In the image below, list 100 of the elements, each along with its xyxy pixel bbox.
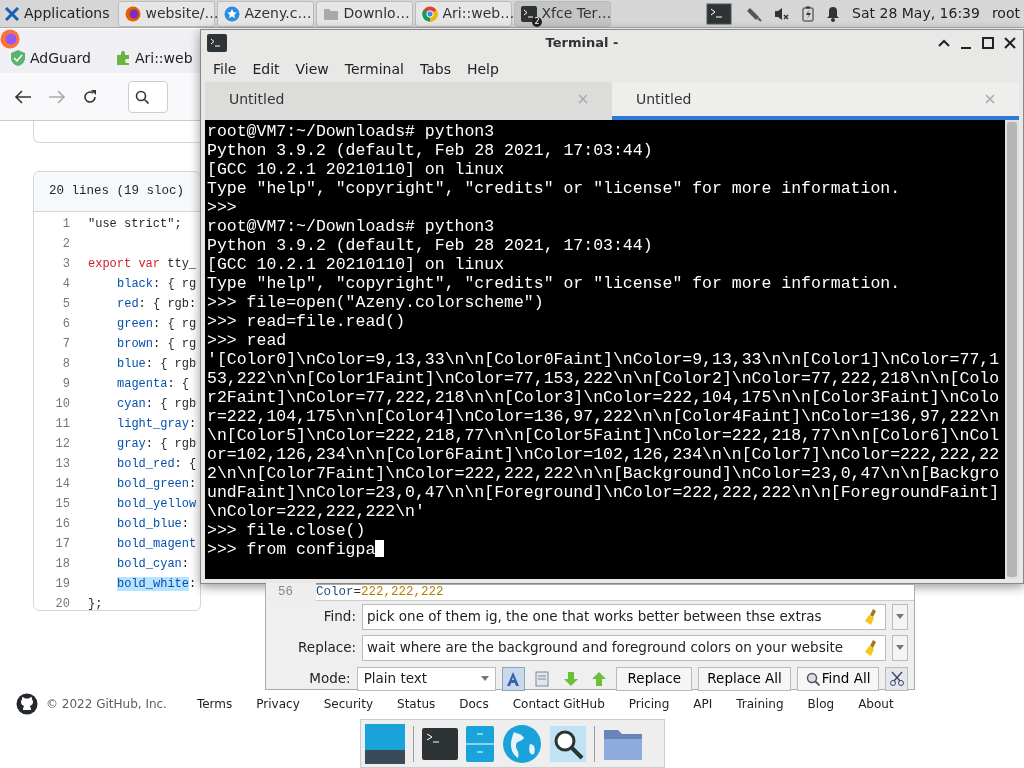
up-arrow-icon (591, 670, 607, 687)
terminal-line: [GCC 10.2.1 20210110] on linux (207, 255, 505, 274)
taskbar-button[interactable]: Downlo… (315, 0, 413, 27)
bell-icon[interactable] (826, 5, 841, 22)
menu-item[interactable]: Tabs (413, 58, 457, 80)
menu-item[interactable]: Terminal (338, 58, 410, 80)
footer-link[interactable]: API (693, 695, 713, 713)
terminal-line: >>> read=file.read() (207, 312, 406, 331)
tools-button[interactable] (885, 666, 909, 691)
footer-link[interactable]: About (858, 695, 894, 713)
maximize-icon[interactable] (981, 36, 995, 50)
replace-field[interactable]: wait where are the background and foreground colors on your website (362, 634, 886, 661)
terminal-line: '[Color0]\nColor=9,13,33\n\n[Color0Faint]\nColor=9,13,33\n\n[Color1]\nColor=77,1 (207, 350, 1000, 369)
back-icon[interactable] (14, 88, 32, 105)
footer-link[interactable]: Pricing (628, 695, 670, 713)
search-field[interactable] (128, 80, 168, 113)
terminal-line: 2\n\n[Color7Faint]\nColor=222,222,222\n\n[Background]\nColor=23,0,47\n\n[Backgro (207, 464, 1000, 483)
menu-item[interactable]: Help (460, 58, 505, 80)
magnifier-icon (805, 671, 820, 686)
line-number: 16 (54, 516, 71, 533)
caret-icon (481, 676, 490, 681)
line-number: 5 (61, 296, 71, 313)
dropdown-button[interactable] (892, 603, 908, 630)
line-number: 6 (61, 316, 71, 333)
terminal-line: r=222,104,175\n\n[Color4]\nColor=136,97,222\n\n[Color4Faint]\nColor=136,97,222\n (207, 407, 1000, 426)
document-icon (535, 670, 549, 687)
footer-link[interactable]: Privacy (256, 695, 300, 713)
action-button[interactable]: Find All (796, 666, 880, 691)
reload-icon[interactable] (82, 88, 98, 105)
footer-link[interactable]: Blog (807, 695, 835, 713)
letter-icon (505, 670, 522, 687)
code-line: blue: { rgb (116, 356, 197, 373)
terminal-icon[interactable] (422, 727, 458, 760)
mode-label: Mode: (308, 669, 351, 689)
shield-icon (10, 49, 26, 67)
match-case-button[interactable] (502, 666, 525, 691)
terminal-line: Type "help", "copyright", "credits" or "license" for more information. (207, 179, 901, 198)
globe-icon[interactable] (502, 723, 542, 764)
taskbar-button[interactable]: website/… (117, 0, 215, 27)
action-button[interactable]: Replace (616, 666, 693, 691)
footer-link[interactable]: Status (397, 695, 436, 713)
find-field[interactable]: pick one of them ig, the one that works better between thse extras (362, 603, 886, 630)
line-number: 12 (54, 436, 71, 453)
code-line: bold_red: { (116, 456, 197, 473)
applications-menu[interactable]: Applications (4, 3, 116, 24)
menu-item[interactable]: View (289, 58, 335, 80)
badge: 2 (532, 16, 542, 27)
magnifier-icon[interactable] (550, 725, 586, 762)
line-number: 8 (61, 356, 71, 373)
close-icon[interactable] (1003, 36, 1017, 50)
line-number: 10 (54, 396, 71, 413)
footer-link[interactable]: Security (323, 695, 373, 713)
user-name[interactable]: root (991, 3, 1020, 24)
find-label: Find: (322, 607, 356, 627)
action-button[interactable]: Replace All (698, 666, 791, 691)
footer-link[interactable]: Training (736, 695, 784, 713)
terminal-icon[interactable] (706, 2, 733, 25)
text-cursor (375, 540, 385, 557)
code-line: green: { rg (116, 316, 197, 333)
terminal-tab[interactable]: Untitled (205, 82, 612, 120)
code-line: red: { rgb: (116, 296, 197, 313)
menu-item[interactable]: Edit (246, 58, 286, 80)
terminal-line: root@VM7:~/Downloads# python3 (207, 122, 495, 141)
battery-icon[interactable] (802, 5, 815, 22)
dropdown-button[interactable] (892, 634, 908, 661)
terminal-line: or=102,126,234\n\n[Color6Faint]\nColor=102,126,234\n\n[Color7]\nColor=222,222,22 (207, 445, 1000, 464)
terminal-line: >>> file.close() (207, 521, 366, 540)
volume-muted-icon[interactable] (774, 5, 791, 22)
globe-icon (124, 5, 141, 22)
bookmark-link[interactable]: Ari::web (114, 47, 193, 69)
code-line: }; (88, 596, 103, 610)
bookmark-link[interactable]: AdGuard (10, 47, 91, 69)
terminal-line: >>> (207, 198, 237, 217)
taskbar-button[interactable]: Azeny.c… (216, 0, 314, 27)
code-line: bold_blue: (116, 516, 189, 533)
terminal-line: Python 3.9.2 (default, Feb 28 2021, 17:03:44) (207, 236, 653, 255)
mode-select[interactable]: Plain text (356, 666, 497, 691)
code-line: black: { rg (116, 276, 197, 293)
footer-link[interactable]: Docs (459, 695, 489, 713)
code-line: Color=222,222,222 (316, 584, 444, 602)
line-number: 19 (54, 576, 71, 593)
clock[interactable]: Sat 28 May, 16:39 (852, 3, 980, 24)
code-line: bold_cyan: (116, 556, 189, 573)
desktop-icon[interactable] (365, 723, 405, 764)
code-line: gray: { rgb (116, 436, 197, 453)
scrollbar[interactable] (1005, 120, 1019, 579)
code-line: bold_green: (116, 476, 197, 493)
line-number: 13 (54, 456, 71, 473)
footer-link[interactable]: Contact GitHub (512, 695, 605, 713)
line-number: 15 (54, 496, 71, 513)
line-number: 2 (61, 236, 71, 253)
line-number: 18 (54, 556, 71, 573)
terminal-tab[interactable]: Untitled (612, 82, 1019, 120)
menu-item[interactable]: File (207, 58, 243, 80)
terminal-line: >>> file=open("Azeny.colorscheme") (207, 293, 544, 312)
footer-link[interactable]: Terms (196, 695, 233, 713)
copyright-text: © 2022 GitHub, Inc. (46, 696, 167, 713)
terminal-icon (520, 5, 537, 22)
taskbar-button[interactable]: Ari::web… (414, 0, 512, 27)
terminal-line: [GCC 10.2.1 20210110] on linux (207, 160, 505, 179)
